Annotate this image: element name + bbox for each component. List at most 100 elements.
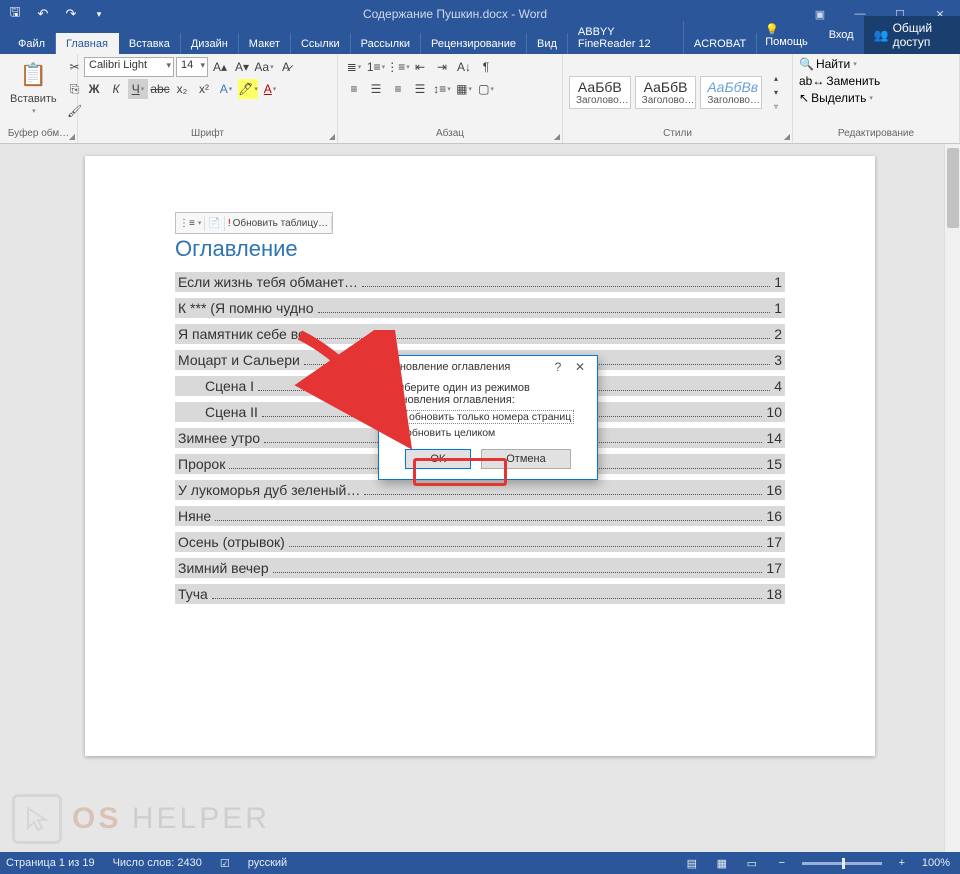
status-words[interactable]: Число слов: 2430 <box>113 857 202 869</box>
status-page[interactable]: Страница 1 из 19 <box>6 857 95 869</box>
tab-references[interactable]: Ссылки <box>291 33 351 54</box>
zoom-out-icon[interactable]: − <box>772 855 792 871</box>
clear-format-icon[interactable]: A̷ <box>276 57 296 77</box>
zoom-slider[interactable] <box>802 862 882 865</box>
tab-home[interactable]: Главная <box>56 33 119 54</box>
shrink-font-icon[interactable]: A▾ <box>232 57 252 77</box>
style-heading2[interactable]: АаБбВ Заголово… <box>635 76 697 109</box>
strike-icon[interactable]: abc <box>150 79 170 99</box>
line-spacing-icon[interactable]: ↕≡▾ <box>432 79 452 99</box>
zoom-value[interactable]: 100% <box>922 857 950 869</box>
toc-update-button[interactable]: ! Обновить таблицу… <box>225 216 332 231</box>
justify-icon[interactable]: ☰ <box>410 79 430 99</box>
superscript-icon[interactable]: x² <box>194 79 214 99</box>
document-workspace[interactable]: ⋮≡▾ 📄 ! Обновить таблицу… Оглавление Есл… <box>0 144 960 852</box>
font-color-icon[interactable]: A▾ <box>260 79 280 99</box>
tab-file[interactable]: Файл <box>8 33 56 54</box>
radio-update-entire[interactable]: обновить целиком <box>389 426 587 439</box>
toc-entry[interactable]: Зимний вечер17 <box>175 558 785 578</box>
bullets-icon[interactable]: ≣▾ <box>344 57 364 77</box>
style-heading3[interactable]: АаБбВв Заголово… <box>700 76 762 109</box>
toc-document-icon[interactable]: 📄 <box>205 216 224 231</box>
highlight-icon[interactable]: 🖊▾ <box>238 79 258 99</box>
toc-entry[interactable]: У лукоморья дуб зеленый…16 <box>175 480 785 500</box>
select-button[interactable]: ↖Выделить▾ <box>799 91 873 105</box>
font-size-combo[interactable]: 14 <box>176 57 208 77</box>
text-effects-icon[interactable]: A▾ <box>216 79 236 99</box>
undo-icon[interactable]: ↶ <box>32 3 54 25</box>
paste-label: Вставить <box>10 93 57 105</box>
italic-icon[interactable]: К <box>106 79 126 99</box>
find-button[interactable]: 🔍Найти▾ <box>799 57 857 71</box>
align-left-icon[interactable]: ≡ <box>344 79 364 99</box>
increase-indent-icon[interactable]: ⇥ <box>432 57 452 77</box>
font-launcher-icon[interactable]: ◢ <box>329 132 335 141</box>
toc-entry[interactable]: Если жизнь тебя обманет…1 <box>175 272 785 292</box>
web-layout-icon[interactable]: ▭ <box>742 855 762 871</box>
font-name-combo[interactable]: Calibri Light <box>84 57 174 77</box>
print-layout-icon[interactable]: ▦ <box>712 855 732 871</box>
tab-mailings[interactable]: Рассылки <box>351 33 421 54</box>
change-case-icon[interactable]: Aa▾ <box>254 57 274 77</box>
dialog-help-icon[interactable]: ? <box>547 360 569 374</box>
styles-scroll-up-icon[interactable]: ▴ <box>766 72 786 86</box>
read-mode-icon[interactable]: ▤ <box>682 855 702 871</box>
align-center-icon[interactable]: ☰ <box>366 79 386 99</box>
status-language[interactable]: русский <box>248 857 287 869</box>
sort-icon[interactable]: A↓ <box>454 57 474 77</box>
borders-icon[interactable]: ▢▾ <box>476 79 496 99</box>
signin-button[interactable]: Вход <box>821 24 862 46</box>
toc-entry[interactable]: Осень (отрывок)17 <box>175 532 785 552</box>
style2-sample: АаБбВ <box>642 79 690 95</box>
dialog-close-icon[interactable]: ✕ <box>569 360 591 374</box>
zoom-in-icon[interactable]: + <box>892 855 912 871</box>
underline-icon[interactable]: Ч▾ <box>128 79 148 99</box>
toc-entry[interactable]: Няне16 <box>175 506 785 526</box>
multilevel-icon[interactable]: ⋮≡▾ <box>388 57 408 77</box>
align-right-icon[interactable]: ≡ <box>388 79 408 99</box>
styles-expand-icon[interactable]: ▿ <box>766 100 786 114</box>
toc-menu-icon[interactable]: ⋮≡▾ <box>176 216 205 231</box>
cancel-button[interactable]: Отмена <box>481 449 570 469</box>
toc-leader <box>215 520 762 521</box>
grow-font-icon[interactable]: A▴ <box>210 57 230 77</box>
tab-insert[interactable]: Вставка <box>119 33 181 54</box>
bold-icon[interactable]: Ж <box>84 79 104 99</box>
show-marks-icon[interactable]: ¶ <box>476 57 496 77</box>
vertical-scrollbar[interactable] <box>944 144 960 852</box>
share-button[interactable]: 👥Общий доступ <box>864 16 960 54</box>
tab-view[interactable]: Вид <box>527 33 568 54</box>
toc-entry-text: Пророк <box>178 456 225 472</box>
subscript-icon[interactable]: x₂ <box>172 79 192 99</box>
paste-button[interactable]: 📋 Вставить ▾ <box>6 57 61 117</box>
radio-input-1[interactable] <box>389 411 402 424</box>
tab-review[interactable]: Рецензирование <box>421 33 527 54</box>
radio-input-2[interactable] <box>389 426 402 439</box>
status-proofing-icon[interactable]: ☑ <box>220 857 230 870</box>
save-icon[interactable]: 🖫 <box>4 3 26 25</box>
tab-abbyy[interactable]: ABBYY FineReader 12 <box>568 21 684 54</box>
group-clipboard-label: Буфер обм… <box>6 128 71 141</box>
decrease-indent-icon[interactable]: ⇤ <box>410 57 430 77</box>
clipboard-launcher-icon[interactable]: ◢ <box>69 132 75 141</box>
toc-entry[interactable]: Я памятник себе во2 <box>175 324 785 344</box>
shading-icon[interactable]: ▦▾ <box>454 79 474 99</box>
redo-icon[interactable]: ↷ <box>60 3 82 25</box>
help-button[interactable]: 💡 Помощь <box>757 18 818 53</box>
numbering-icon[interactable]: 1≡▾ <box>366 57 386 77</box>
qat-customize-icon[interactable]: ▾ <box>88 3 110 25</box>
toc-entry[interactable]: Туча18 <box>175 584 785 604</box>
styles-launcher-icon[interactable]: ◢ <box>784 132 790 141</box>
style-heading1[interactable]: АаБбВ Заголово… <box>569 76 631 109</box>
tab-design[interactable]: Дизайн <box>181 33 239 54</box>
toc-entry[interactable]: К *** (Я помню чудно1 <box>175 298 785 318</box>
tab-acrobat[interactable]: ACROBAT <box>684 33 757 54</box>
styles-scroll-down-icon[interactable]: ▾ <box>766 86 786 100</box>
replace-button[interactable]: ab↔Заменить <box>799 74 880 88</box>
watermark-helper: HELPER <box>132 802 270 835</box>
scrollbar-thumb[interactable] <box>947 148 959 228</box>
paragraph-launcher-icon[interactable]: ◢ <box>554 132 560 141</box>
tab-layout[interactable]: Макет <box>239 33 291 54</box>
ok-button[interactable]: OK <box>405 449 471 469</box>
radio-update-page-numbers[interactable]: обновить только номера страниц <box>389 410 587 424</box>
